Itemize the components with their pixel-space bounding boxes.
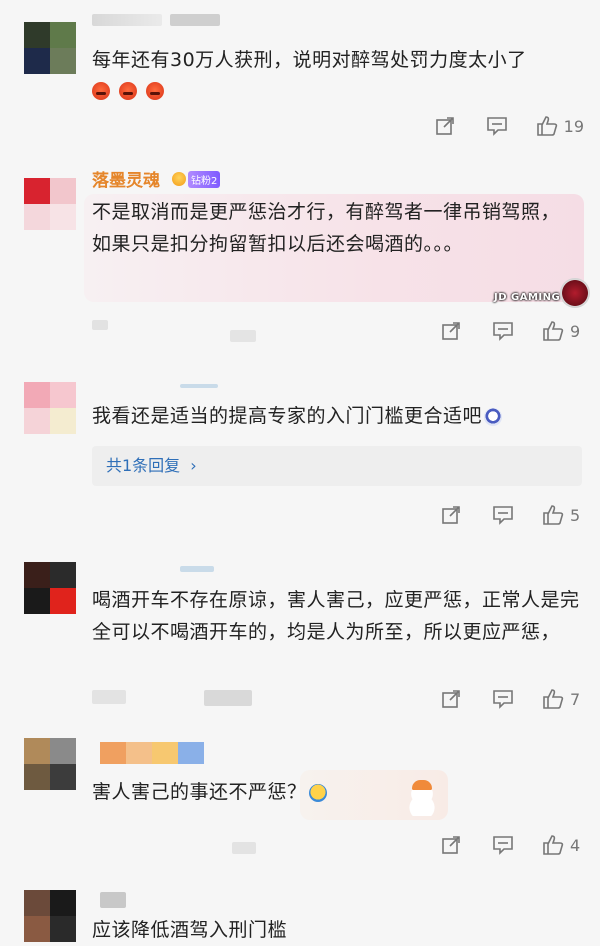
share-icon[interactable] bbox=[440, 504, 462, 526]
comment-text: 应该降低酒驾入刑门槛 bbox=[92, 919, 288, 941]
reply-count-label: 共1条回复 bbox=[106, 456, 181, 475]
comment-item: 我看还是适当的提高专家的入门门槛更合适吧 共1条回复 › 5 bbox=[0, 360, 600, 540]
angry-face-icon bbox=[92, 81, 110, 100]
username-blurred bbox=[180, 384, 218, 388]
avatar[interactable] bbox=[24, 562, 76, 614]
avatar[interactable] bbox=[24, 22, 76, 74]
comment-item: 落墨灵魂 钻粉2 不是取消而是更严惩治才行，有醉驾者一律吊销驾照，如果只是扣分拘… bbox=[0, 150, 600, 360]
username-blurred bbox=[100, 742, 204, 764]
reaction-emojis bbox=[92, 80, 168, 100]
like-count: 5 bbox=[570, 505, 581, 525]
avatar[interactable] bbox=[24, 382, 76, 434]
angry-face-icon bbox=[146, 81, 165, 100]
comment-actions: 7 bbox=[410, 686, 584, 712]
comment-text: 害人害己的事还不严惩？ bbox=[92, 776, 582, 808]
avatar[interactable] bbox=[24, 178, 76, 230]
comment-text: 不是取消而是更严惩治才行，有醉驾者一律吊销驾照，如果只是扣分拘留暂扣以后还会喝酒… bbox=[92, 201, 561, 255]
avatar[interactable] bbox=[24, 738, 76, 790]
thumbs-up-icon bbox=[543, 321, 564, 341]
comment-icon[interactable] bbox=[492, 320, 514, 342]
thumbs-up-icon bbox=[543, 505, 564, 525]
username[interactable]: 落墨灵魂 bbox=[92, 166, 160, 191]
like-count: 19 bbox=[563, 116, 584, 136]
sweat-face-icon bbox=[308, 783, 327, 802]
share-icon[interactable] bbox=[440, 320, 462, 342]
username-blurred bbox=[92, 14, 162, 26]
comment-icon[interactable] bbox=[486, 115, 508, 137]
share-icon[interactable] bbox=[440, 688, 462, 710]
username-blurred bbox=[180, 566, 214, 572]
blurred-content bbox=[232, 842, 256, 854]
snowman-hat bbox=[412, 780, 432, 790]
fan-badge: 钻粉2 bbox=[188, 171, 221, 188]
blurred-content bbox=[92, 320, 108, 330]
dizzy-face-icon bbox=[484, 407, 503, 426]
thumbs-up-icon bbox=[543, 835, 564, 855]
share-icon[interactable] bbox=[434, 115, 456, 137]
comment-item: 应该降低酒驾入刑门槛 bbox=[0, 880, 600, 943]
blurred-content bbox=[230, 330, 256, 342]
comment-item: 害人害己的事还不严惩？ 4 bbox=[0, 720, 600, 880]
bubble-brand-label: JD GAMING bbox=[494, 292, 561, 303]
mascot-icon bbox=[560, 278, 590, 308]
reply-thread-link[interactable]: 共1条回复 › bbox=[92, 446, 582, 486]
comment-actions: 5 bbox=[410, 502, 584, 528]
comment-icon[interactable] bbox=[492, 688, 514, 710]
like-button[interactable]: 5 bbox=[542, 504, 584, 526]
like-count: 4 bbox=[570, 835, 581, 855]
blurred-content bbox=[92, 690, 126, 704]
comment-actions: 9 bbox=[410, 318, 584, 344]
like-button[interactable]: 9 bbox=[542, 320, 584, 342]
share-icon[interactable] bbox=[440, 834, 462, 856]
comment-item: 喝酒开车不存在原谅，害人害己，应更严惩，正常人是完全可以不喝酒开车的，均是人为所… bbox=[0, 540, 600, 720]
angry-face-icon bbox=[119, 81, 138, 100]
thumbs-up-icon bbox=[543, 689, 564, 709]
like-count: 7 bbox=[570, 689, 581, 709]
blurred-content bbox=[204, 690, 252, 706]
like-count: 9 bbox=[570, 321, 581, 341]
username-blurred bbox=[100, 892, 126, 908]
comment-text-content: 我看还是适当的提高专家的入门门槛更合适吧 bbox=[92, 405, 483, 427]
comment-actions: 19 bbox=[404, 113, 584, 139]
fan-crown-icon bbox=[172, 172, 186, 186]
comment-text: 每年还有30万人获刑，说明对醉驾处罚力度太小了 bbox=[92, 49, 527, 71]
username-blurred bbox=[170, 14, 220, 26]
comment-item: 每年还有30万人获刑，说明对醉驾处罚力度太小了 19 bbox=[0, 0, 600, 150]
like-button[interactable]: 19 bbox=[536, 115, 584, 137]
like-button[interactable]: 7 bbox=[542, 688, 584, 710]
comment-icon[interactable] bbox=[492, 834, 514, 856]
comment-text: 喝酒开车不存在原谅，害人害己，应更严惩，正常人是完全可以不喝酒开车的，均是人为所… bbox=[92, 589, 580, 643]
chevron-right-icon: › bbox=[190, 456, 197, 475]
comment-icon[interactable] bbox=[492, 504, 514, 526]
comment-text-content: 害人害己的事还不严惩？ bbox=[92, 781, 307, 803]
avatar[interactable] bbox=[24, 890, 76, 942]
thumbs-up-icon bbox=[536, 116, 557, 136]
comment-actions: 4 bbox=[410, 832, 584, 858]
like-button[interactable]: 4 bbox=[542, 834, 584, 856]
comment-text: 我看还是适当的提高专家的入门门槛更合适吧 bbox=[92, 400, 582, 432]
